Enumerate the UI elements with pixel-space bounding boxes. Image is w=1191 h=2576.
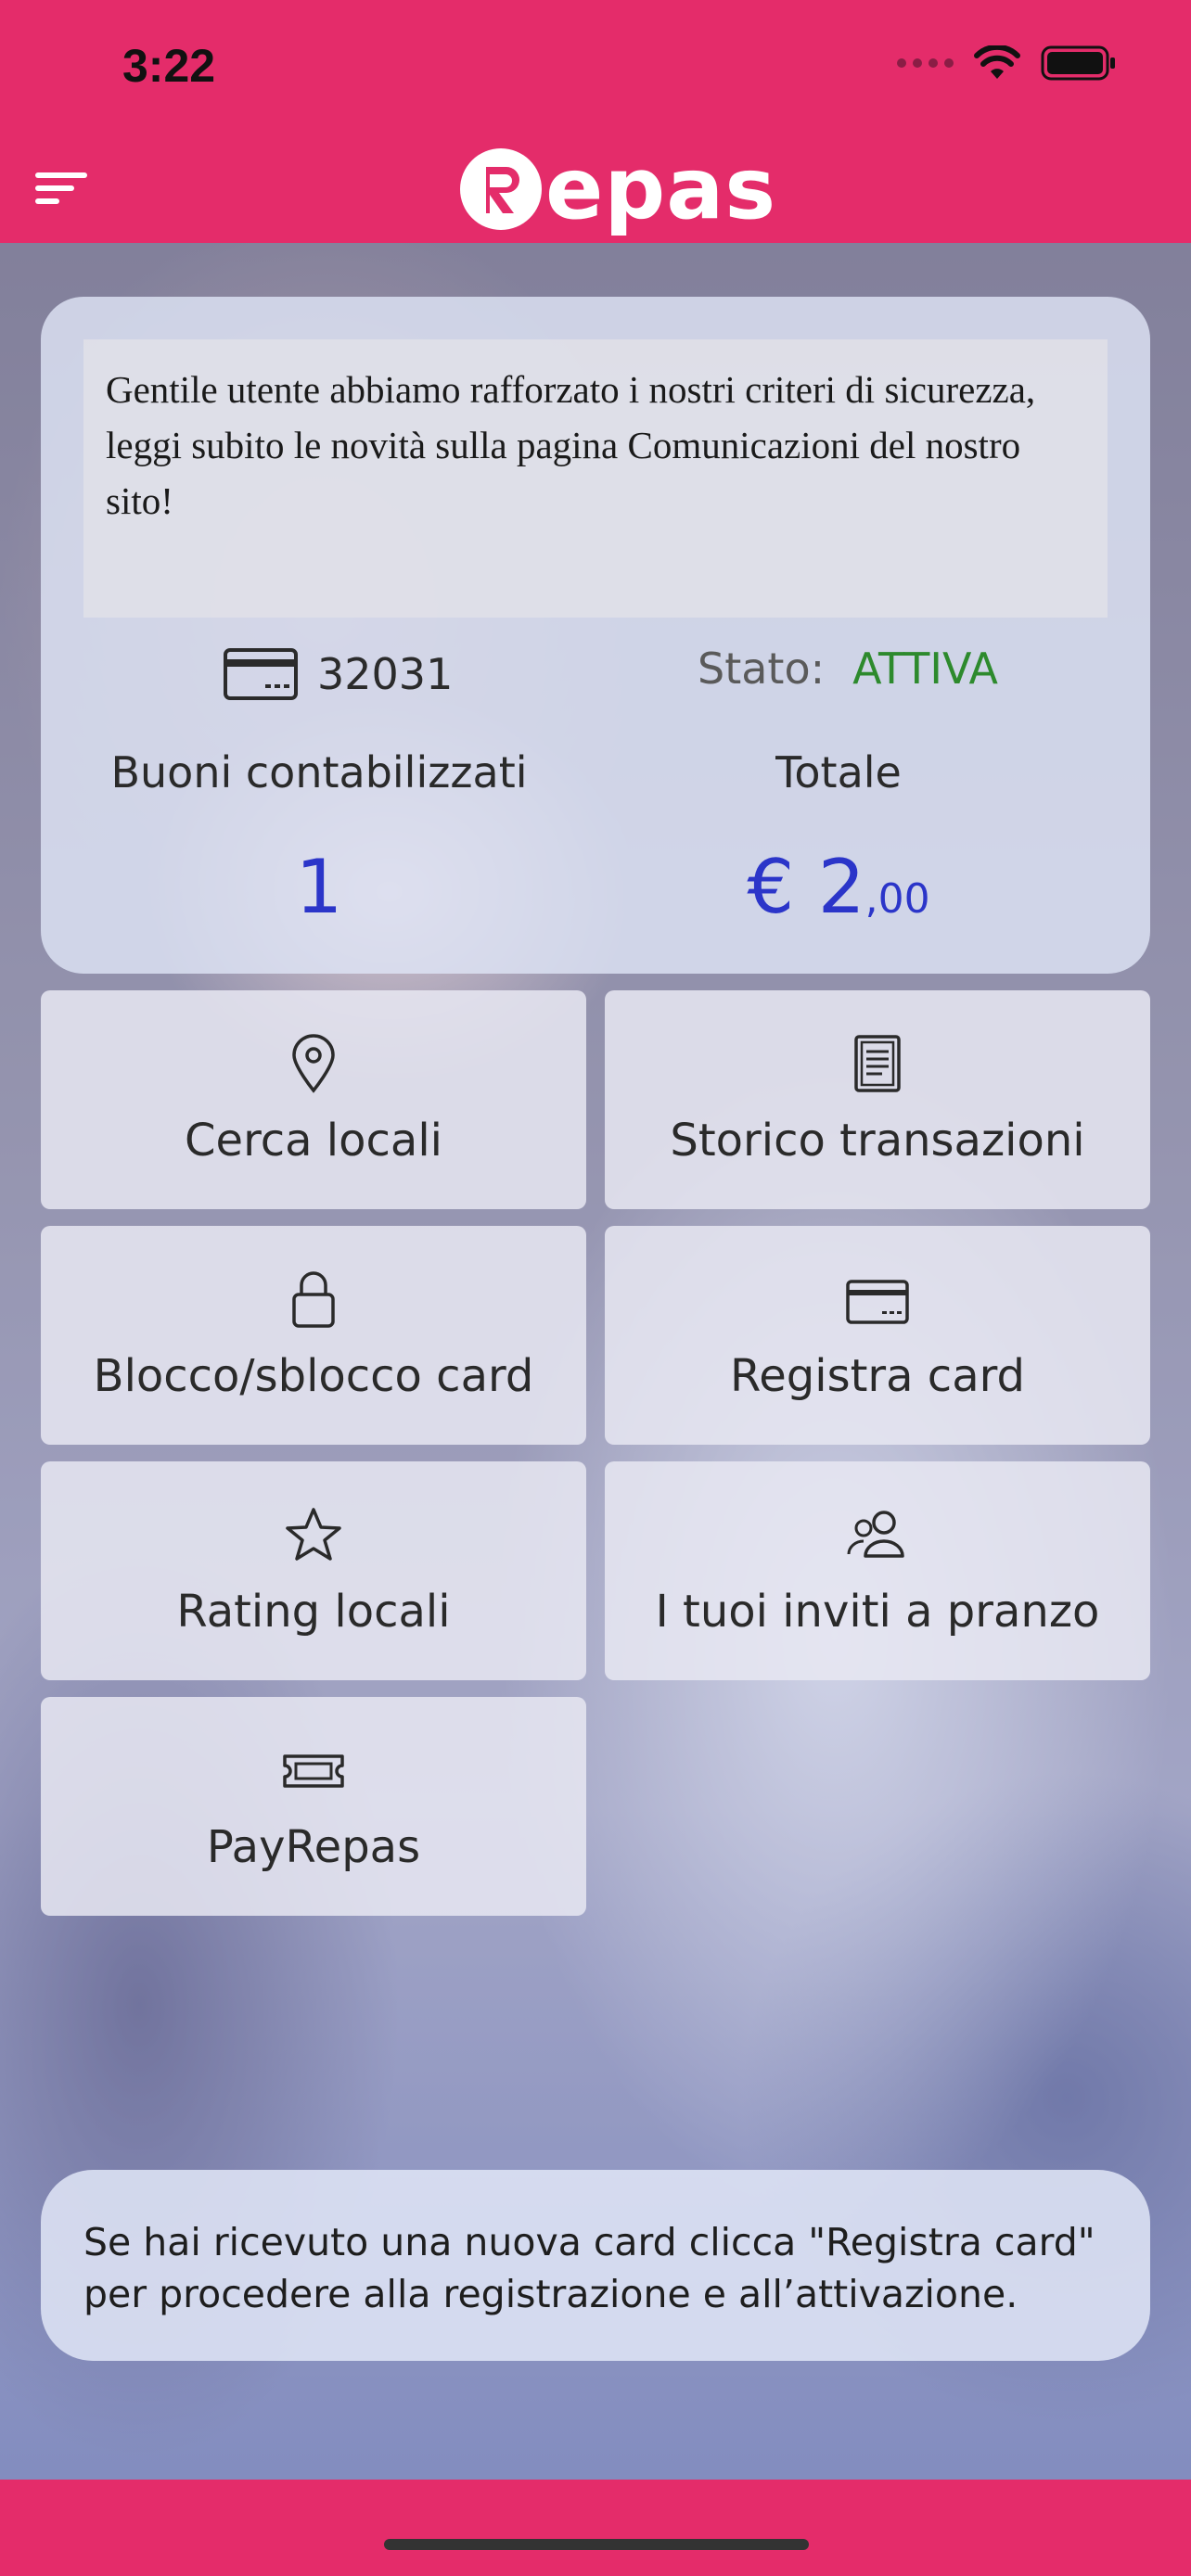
status-bar: 3:22 — [0, 0, 1191, 139]
signal-icon — [897, 58, 954, 68]
status-label: Stato: — [698, 644, 826, 694]
menu-button[interactable] — [33, 163, 93, 213]
tile-label: Storico transazioni — [670, 1115, 1085, 1167]
tile-cerca-locali[interactable]: Cerca locali — [41, 990, 586, 1209]
document-icon — [605, 1033, 1150, 1098]
card-info-row: 32031 Stato: ATTIVA — [41, 638, 1150, 712]
home-indicator — [384, 2539, 809, 2550]
tile-label: I tuoi inviti a pranzo — [655, 1586, 1100, 1638]
total-value: € 2,00 — [616, 844, 1061, 930]
vouchers-value: 1 — [295, 844, 343, 930]
tile-label: Registra card — [730, 1350, 1025, 1402]
tile-rating-locali[interactable]: Rating locali — [41, 1461, 586, 1680]
hamburger-icon — [35, 172, 87, 204]
info-message: Se hai ricevuto una nuova card clicca "R… — [41, 2170, 1150, 2361]
status-time: 3:22 — [122, 40, 216, 92]
credit-card-icon — [605, 1269, 1150, 1333]
security-notice: Gentile utente abbiamo rafforzato i nost… — [83, 339, 1108, 618]
card-number: 32031 — [317, 649, 454, 699]
logo-text: epas — [545, 139, 777, 238]
total-label: Totale — [775, 747, 902, 797]
map-pin-icon — [41, 1033, 586, 1098]
tile-label: Rating locali — [176, 1586, 451, 1638]
total-amount: € 2 — [747, 844, 865, 930]
users-icon — [605, 1504, 1150, 1569]
tile-label: Blocco/sblocco card — [93, 1350, 534, 1402]
card-status: Stato: ATTIVA — [698, 644, 998, 694]
total-decimals: ,00 — [864, 875, 930, 923]
credit-card-icon — [224, 648, 298, 700]
logo-r-icon — [460, 148, 542, 230]
tile-inviti-pranzo[interactable]: I tuoi inviti a pranzo — [605, 1461, 1150, 1680]
tile-storico-transazioni[interactable]: Storico transazioni — [605, 990, 1150, 1209]
tile-payrepas[interactable]: PayRepas — [41, 1697, 586, 1916]
card-summary-panel: Gentile utente abbiamo rafforzato i nost… — [41, 297, 1150, 974]
battery-icon — [1041, 45, 1115, 81]
tile-label: Cerca locali — [185, 1115, 442, 1167]
vouchers-label: Buoni contabilizzati — [110, 747, 528, 797]
tile-blocco-sblocco-card[interactable]: Blocco/sblocco card — [41, 1226, 586, 1445]
card-number-group: 32031 — [223, 647, 453, 701]
wifi-icon — [974, 45, 1020, 79]
status-icons — [897, 45, 1117, 82]
lock-icon — [41, 1269, 586, 1333]
status-value: ATTIVA — [852, 644, 998, 694]
star-icon — [41, 1504, 586, 1569]
nav-bar: epas — [0, 139, 1191, 243]
repas-logo: epas — [458, 143, 776, 236]
tile-label: PayRepas — [206, 1821, 421, 1873]
tile-registra-card[interactable]: Registra card — [605, 1226, 1150, 1445]
ticket-icon — [41, 1740, 586, 1804]
